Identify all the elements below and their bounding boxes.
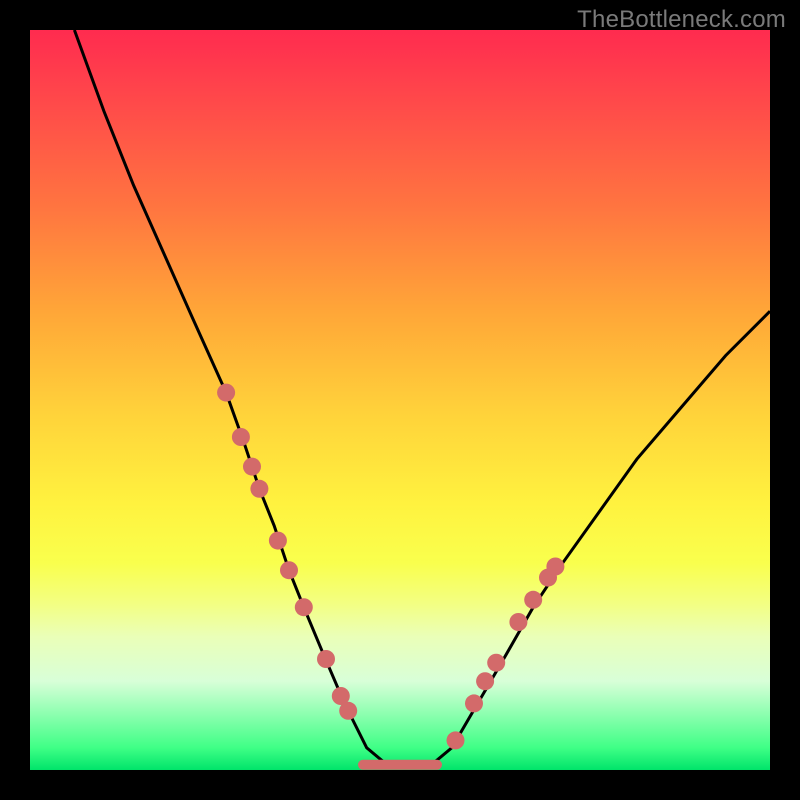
highlight-dot	[339, 702, 357, 720]
highlight-dot	[465, 694, 483, 712]
watermark-text: TheBottleneck.com	[577, 6, 786, 34]
highlight-dot	[295, 598, 313, 616]
chart-plot-area	[30, 30, 770, 770]
bottleneck-curve	[74, 30, 770, 766]
highlight-dot	[269, 532, 287, 550]
highlight-dot	[317, 650, 335, 668]
highlight-dots-left	[217, 384, 357, 720]
chart-svg	[30, 30, 770, 770]
highlight-dot	[487, 654, 505, 672]
highlight-dot	[546, 558, 564, 576]
chart-frame: TheBottleneck.com	[0, 0, 800, 800]
highlight-dot	[447, 731, 465, 749]
highlight-dot	[243, 458, 261, 476]
highlight-dot	[280, 561, 298, 579]
highlight-dot	[509, 613, 527, 631]
highlight-dot	[250, 480, 268, 498]
highlight-dot	[217, 384, 235, 402]
highlight-dot	[524, 591, 542, 609]
highlight-dot	[232, 428, 250, 446]
highlight-dot	[476, 672, 494, 690]
